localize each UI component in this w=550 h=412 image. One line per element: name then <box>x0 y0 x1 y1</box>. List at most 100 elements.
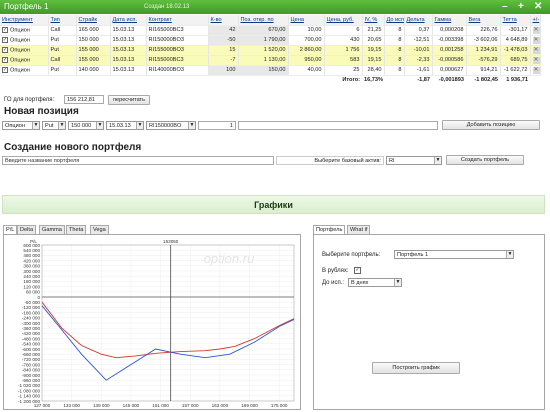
quantity-input[interactable]: 1 <box>198 121 236 130</box>
chevron-down-icon: ▼ <box>58 122 65 129</box>
column-header[interactable]: Цена, руб. <box>324 15 363 26</box>
column-header[interactable]: Дельта <box>404 15 433 26</box>
x-tick-label: 157 000 <box>182 403 199 408</box>
charts-title: Графики <box>254 200 293 210</box>
column-header[interactable]: Поз. откр. по <box>238 15 289 26</box>
portfolio-select[interactable]: Портфель 1 ▼ <box>394 250 514 259</box>
tab-portfolio[interactable]: Портфель <box>313 225 346 234</box>
row-checkbox[interactable]: ✓ <box>2 36 8 43</box>
current-price-label: 153050 <box>163 239 179 244</box>
column-header[interactable]: Цена <box>288 15 325 26</box>
column-header[interactable]: Вега <box>466 15 501 26</box>
tab-gamma[interactable]: Gamma <box>39 225 65 234</box>
column-header[interactable]: +/- <box>530 15 541 26</box>
tab-delta[interactable]: Delta <box>17 225 37 234</box>
chevron-down-icon: ▼ <box>96 122 103 129</box>
remove-row[interactable]: ✕ <box>530 65 541 76</box>
column-header[interactable]: До исп. <box>384 15 405 26</box>
rub-checkbox[interactable]: ✓ <box>354 267 361 274</box>
table-cell: 1 520,00 <box>238 45 289 56</box>
close-icon[interactable]: ✕ <box>532 26 539 34</box>
portfolio-name-input[interactable]: Введите название портфеля <box>2 156 274 165</box>
x-tick-label: 175 000 <box>271 403 288 408</box>
table-cell: 0,37 <box>404 25 433 36</box>
close-icon[interactable]: ✕ <box>534 1 542 12</box>
remove-row[interactable]: ✕ <box>530 35 541 46</box>
table-cell: 8 <box>384 35 405 46</box>
row-instrument[interactable]: ✓ Опцион <box>0 45 49 56</box>
table-cell: 15.03.13 <box>110 35 147 46</box>
tab-what-if[interactable]: What if <box>347 225 371 234</box>
chevron-down-icon: ▼ <box>32 122 39 129</box>
instrument-label: Опцион <box>10 27 30 34</box>
column-header[interactable]: Дата исп. <box>110 15 147 26</box>
expand-icon[interactable]: + <box>518 1 524 12</box>
totals-delta: -1,87 <box>417 77 430 84</box>
column-header[interactable]: Тип <box>48 15 77 26</box>
column-header[interactable]: Инструмент <box>0 15 49 26</box>
remove-row[interactable]: ✕ <box>530 45 541 56</box>
chart-panel: option.ru 600 000 540 000 480 000 420 000 360… <box>3 234 301 410</box>
chevron-down-icon: ▼ <box>394 279 401 286</box>
remove-row[interactable]: ✕ <box>530 25 541 36</box>
row-checkbox[interactable]: ✓ <box>2 56 8 63</box>
instrument-select[interactable]: Опцион ▼ <box>2 121 40 130</box>
table-cell: 8 <box>384 25 405 36</box>
portfolio-select-label: Выберите портфель: <box>322 252 381 258</box>
tab-theta[interactable]: Theta <box>66 225 87 234</box>
table-cell: 700,00 <box>288 35 325 46</box>
row-instrument[interactable]: ✓ Опцион <box>0 65 49 76</box>
column-header[interactable]: К-во <box>208 15 239 26</box>
instrument-label: Опцион <box>10 47 30 54</box>
tab-vega[interactable]: Vega <box>90 225 109 234</box>
table-cell: 0,000627 <box>432 65 467 76</box>
table-cell: 140 000 <box>76 65 111 76</box>
create-portfolio-button[interactable]: Создать портфель <box>446 155 524 165</box>
row-checkbox[interactable]: ✓ <box>2 66 8 73</box>
add-position-button[interactable]: Добавить позицию <box>442 120 540 130</box>
chevron-down-icon: ▼ <box>136 122 143 129</box>
build-chart-button[interactable]: Построить график <box>372 362 460 374</box>
table-row: ✓ Опцион Put 155 000 15.03.13 RI155000BO3 15 1 … <box>0 45 541 56</box>
column-header[interactable]: Гамма <box>432 15 467 26</box>
table-cell: 430 <box>324 35 363 46</box>
table-cell: 21,25 <box>362 25 385 36</box>
column-header[interactable]: Тетта <box>500 15 531 26</box>
table-header: Инструмент Тип Страйк Дата исп. Контракт К-во… <box>0 15 541 26</box>
row-instrument[interactable]: ✓ Опцион <box>0 55 49 66</box>
close-icon[interactable]: ✕ <box>532 56 539 64</box>
type-select[interactable]: Put ▼ <box>42 121 66 130</box>
table-cell: 4 648,89 <box>500 35 531 46</box>
close-icon[interactable]: ✕ <box>532 66 539 74</box>
remove-row[interactable]: ✕ <box>530 55 541 66</box>
x-tick-label: 127 000 <box>34 403 51 408</box>
close-icon[interactable]: ✕ <box>532 36 539 44</box>
row-checkbox[interactable]: ✓ <box>2 46 8 53</box>
close-icon[interactable]: ✕ <box>532 46 539 54</box>
table-row: ✓ Опцион Put 140 000 15.03.13 RI140000BO3 100 1… <box>0 65 541 76</box>
collapse-icon[interactable]: – <box>502 1 508 12</box>
asset-select[interactable]: RI ▼ <box>386 156 442 165</box>
exp-select[interactable]: В днях ▼ <box>348 278 402 287</box>
row-instrument[interactable]: ✓ Опцион <box>0 25 49 36</box>
column-header[interactable]: IV, % <box>362 15 385 26</box>
table-cell: -1 478,03 <box>500 45 531 56</box>
column-header[interactable]: Контракт <box>146 15 209 26</box>
table-cell: -2,33 <box>404 55 433 66</box>
row-checkbox[interactable]: ✓ <box>2 26 8 33</box>
table-cell: 15.03.13 <box>110 45 147 56</box>
table-cell: 670,00 <box>238 25 289 36</box>
column-header[interactable]: Страйк <box>76 15 111 26</box>
contract-select[interactable]: RI150000BO ▼ <box>146 121 196 130</box>
row-instrument[interactable]: ✓ Опцион <box>0 35 49 46</box>
tab-pl[interactable]: P/L <box>3 225 18 234</box>
strike-select[interactable]: 150 000 ▼ <box>68 121 104 130</box>
recalc-button[interactable]: пересчитать <box>108 95 150 105</box>
date-select[interactable]: 15.03.13 ▼ <box>106 121 144 130</box>
table-cell: 6 <box>324 25 363 36</box>
totals-label: Итого: <box>342 77 360 84</box>
position-blank-field[interactable] <box>238 121 438 130</box>
table-cell: 28,40 <box>362 65 385 76</box>
portfolio-titlebar: Портфель 1 Создан 18.02.13 – + ✕ <box>0 0 550 14</box>
table-cell: -0,003398 <box>432 35 467 46</box>
